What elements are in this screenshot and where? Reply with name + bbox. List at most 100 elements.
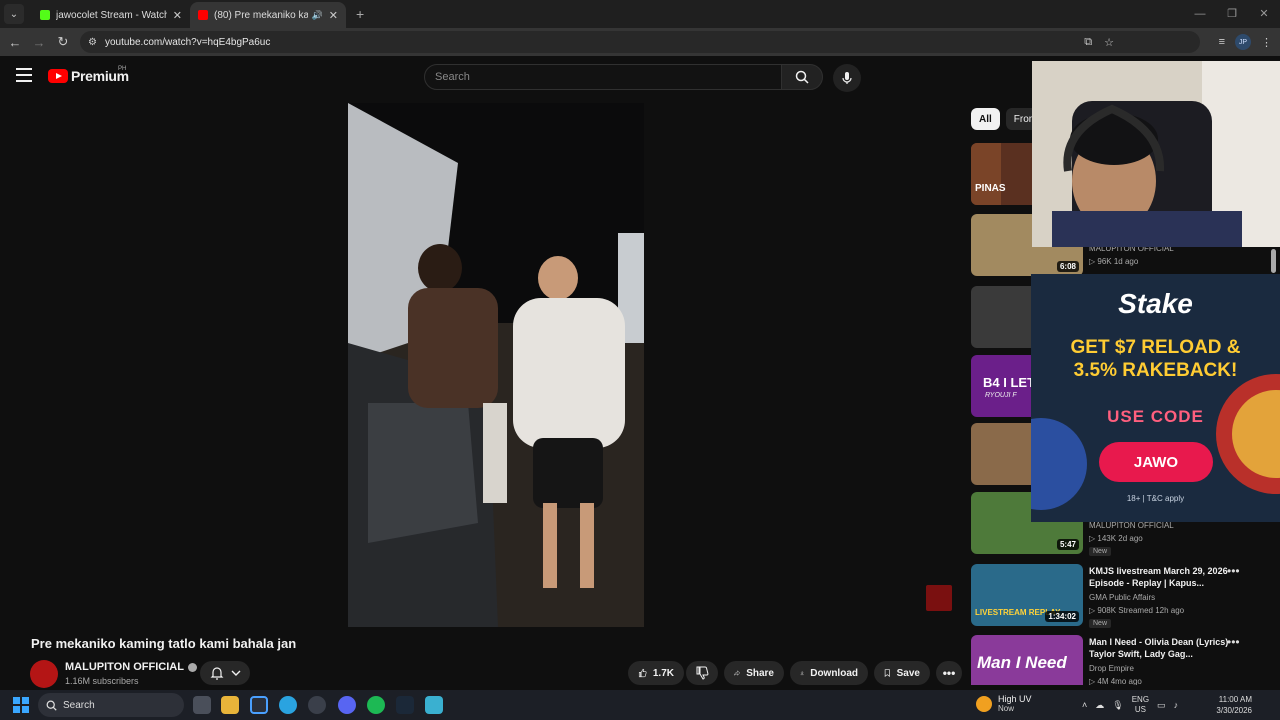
share-button[interactable]: Share <box>724 661 784 685</box>
profile-avatar[interactable]: JP <box>1235 34 1251 50</box>
telegram-icon[interactable] <box>279 696 297 714</box>
steam-icon[interactable] <box>396 696 414 714</box>
rec-title[interactable]: KMJS livestream March 29, 2026 Episode -… <box>1089 565 1229 589</box>
save-playlist-icon <box>884 669 890 677</box>
rec-meta: ▷ 4M 4mo ago <box>1089 677 1142 685</box>
onedrive-icon[interactable]: ☁ <box>1095 700 1104 711</box>
forward-icon[interactable]: → <box>27 35 51 50</box>
video-frame <box>348 103 644 627</box>
kick-favicon-icon <box>40 10 50 20</box>
task-view-icon[interactable] <box>193 696 211 714</box>
rec-channel[interactable]: MALUPITON OFFICIAL <box>1089 521 1174 530</box>
reading-list-icon[interactable]: ≡ <box>1219 36 1225 48</box>
rec-title[interactable]: Man I Need - Olivia Dean (Lyrics) Taylor… <box>1089 636 1229 660</box>
back-icon[interactable]: ← <box>3 35 27 50</box>
video-thumbnail[interactable]: Man I Need <box>971 635 1083 685</box>
windows-start-icon[interactable] <box>13 697 29 713</box>
channel-avatar[interactable] <box>30 660 58 688</box>
sidebar-scrollbar[interactable] <box>1271 249 1276 273</box>
thumbnail-subtext: RYOUJI F <box>985 392 1017 399</box>
tab-title: (80) Pre mekaniko kaming t <box>214 9 308 21</box>
download-label: Download <box>810 667 858 679</box>
bookmark-star-icon[interactable]: ☆ <box>1104 36 1114 49</box>
video-thumbnail[interactable]: LIVESTREAM REPLAY 1:34:02 <box>971 564 1083 626</box>
notepad-icon[interactable] <box>425 696 443 714</box>
subscriber-count: 1.16M subscribers <box>65 676 139 686</box>
obs-icon[interactable] <box>308 696 326 714</box>
chrome-icon[interactable] <box>250 696 268 714</box>
restore-icon[interactable]: ❐ <box>1216 0 1248 28</box>
search-input[interactable]: Search <box>424 64 782 90</box>
dislike-button[interactable] <box>686 661 718 685</box>
stake-code-button[interactable]: JAWO <box>1099 442 1213 482</box>
more-vertical-icon[interactable]: ••• <box>1227 635 1240 649</box>
minimize-icon[interactable]: — <box>1184 0 1216 28</box>
rec-meta: ▷ 143K 2d ago <box>1089 534 1143 543</box>
like-count: 1.7K <box>652 667 674 679</box>
more-vertical-icon[interactable]: ••• <box>1227 564 1240 578</box>
new-tab-button[interactable]: + <box>356 6 364 22</box>
browser-menu-icon[interactable]: ⋮ <box>1261 36 1272 49</box>
rec-meta: ▷ 908K Streamed 12h ago <box>1089 606 1185 615</box>
bell-icon <box>210 667 223 680</box>
new-badge: New <box>1089 547 1112 556</box>
search-icon <box>46 700 57 711</box>
youtube-play-icon <box>48 69 68 83</box>
discord-icon[interactable] <box>338 696 356 714</box>
share-icon <box>734 670 741 676</box>
url-text[interactable]: youtube.com/watch?v=hqE4bgPa6uc <box>105 37 270 48</box>
share-label: Share <box>746 667 774 679</box>
taskbar-search[interactable]: Search <box>38 693 184 717</box>
more-actions-button[interactable]: ••• <box>936 661 962 685</box>
cast-icon[interactable]: ⧉ <box>1084 36 1092 49</box>
youtube-premium-logo[interactable]: Premium PH <box>48 66 129 84</box>
network-icon[interactable]: ▭ <box>1157 700 1166 711</box>
thumbs-up-icon <box>638 668 647 678</box>
weather-widget[interactable]: High UV Now <box>976 694 1032 713</box>
channel-watermark[interactable] <box>926 585 952 611</box>
recommendation-item[interactable]: LIVESTREAM REPLAY 1:34:02 KMJS livestrea… <box>971 564 1271 628</box>
stake-terms: 18+ | T&C apply <box>1126 494 1185 503</box>
chevron-down-icon <box>231 670 240 676</box>
tab-youtube-video[interactable]: (80) Pre mekaniko kaming t 🔊 ✕ <box>190 2 346 28</box>
microphone-icon <box>842 72 852 84</box>
thumbnail-text: B4 I LET <box>983 375 1036 390</box>
speaker-icon[interactable]: 🔊 <box>312 10 323 21</box>
tab-kick-stream[interactable]: jawocolet Stream - Watch Live o ✕ <box>32 2 190 28</box>
uv-sun-icon <box>976 695 992 712</box>
stake-logo: Stake <box>1118 288 1193 319</box>
save-button[interactable]: Save <box>874 661 930 685</box>
close-tab-icon[interactable]: ✕ <box>173 9 182 22</box>
clock[interactable]: 11:00 AM 3/30/2026 <box>1210 694 1252 716</box>
tab-search-menu[interactable]: ⌄ <box>4 4 24 24</box>
close-tab-icon[interactable]: ✕ <box>329 9 338 22</box>
language-indicator[interactable]: ENG US <box>1132 695 1149 715</box>
site-info-icon[interactable]: ⚙ <box>88 37 97 48</box>
spotify-icon[interactable] <box>367 696 385 714</box>
microphone-icon[interactable]: 🎙 <box>1112 700 1123 711</box>
rec-meta: ▷ 96K 1d ago <box>1089 257 1139 266</box>
rec-channel[interactable]: GMA Public Affairs <box>1089 593 1155 602</box>
download-button[interactable]: Download <box>790 661 868 685</box>
video-title: Pre mekaniko kaming tatlo kami bahala ja… <box>31 636 297 651</box>
reload-icon[interactable]: ↻ <box>51 34 75 50</box>
rec-channel[interactable]: Drop Empire <box>1089 664 1134 673</box>
volume-icon[interactable]: ♪ <box>1174 700 1179 710</box>
like-button[interactable]: 1.7K <box>628 661 684 685</box>
chip-all[interactable]: All <box>971 108 1000 130</box>
window-controls: — ❐ ✕ <box>1184 0 1280 28</box>
file-explorer-icon[interactable] <box>221 696 239 714</box>
new-badge: New <box>1089 619 1112 628</box>
omnibox[interactable]: ⚙ youtube.com/watch?v=hqE4bgPa6uc ⧉ ☆ <box>80 31 1200 53</box>
channel-name[interactable]: MALUPITON OFFICIAL <box>65 661 197 673</box>
voice-search-button[interactable] <box>833 64 861 92</box>
thumbs-down-icon <box>696 666 709 680</box>
download-icon <box>800 671 804 676</box>
hamburger-menu-icon[interactable] <box>16 68 32 82</box>
close-window-icon[interactable]: ✕ <box>1248 0 1280 28</box>
video-player[interactable] <box>348 103 644 627</box>
chevron-up-icon[interactable]: ˄ <box>1082 700 1087 710</box>
recommendation-item[interactable]: Man I Need Man I Need - Olivia Dean (Lyr… <box>971 635 1271 685</box>
search-button[interactable] <box>781 64 823 90</box>
subscribed-bell-button[interactable] <box>200 661 250 685</box>
